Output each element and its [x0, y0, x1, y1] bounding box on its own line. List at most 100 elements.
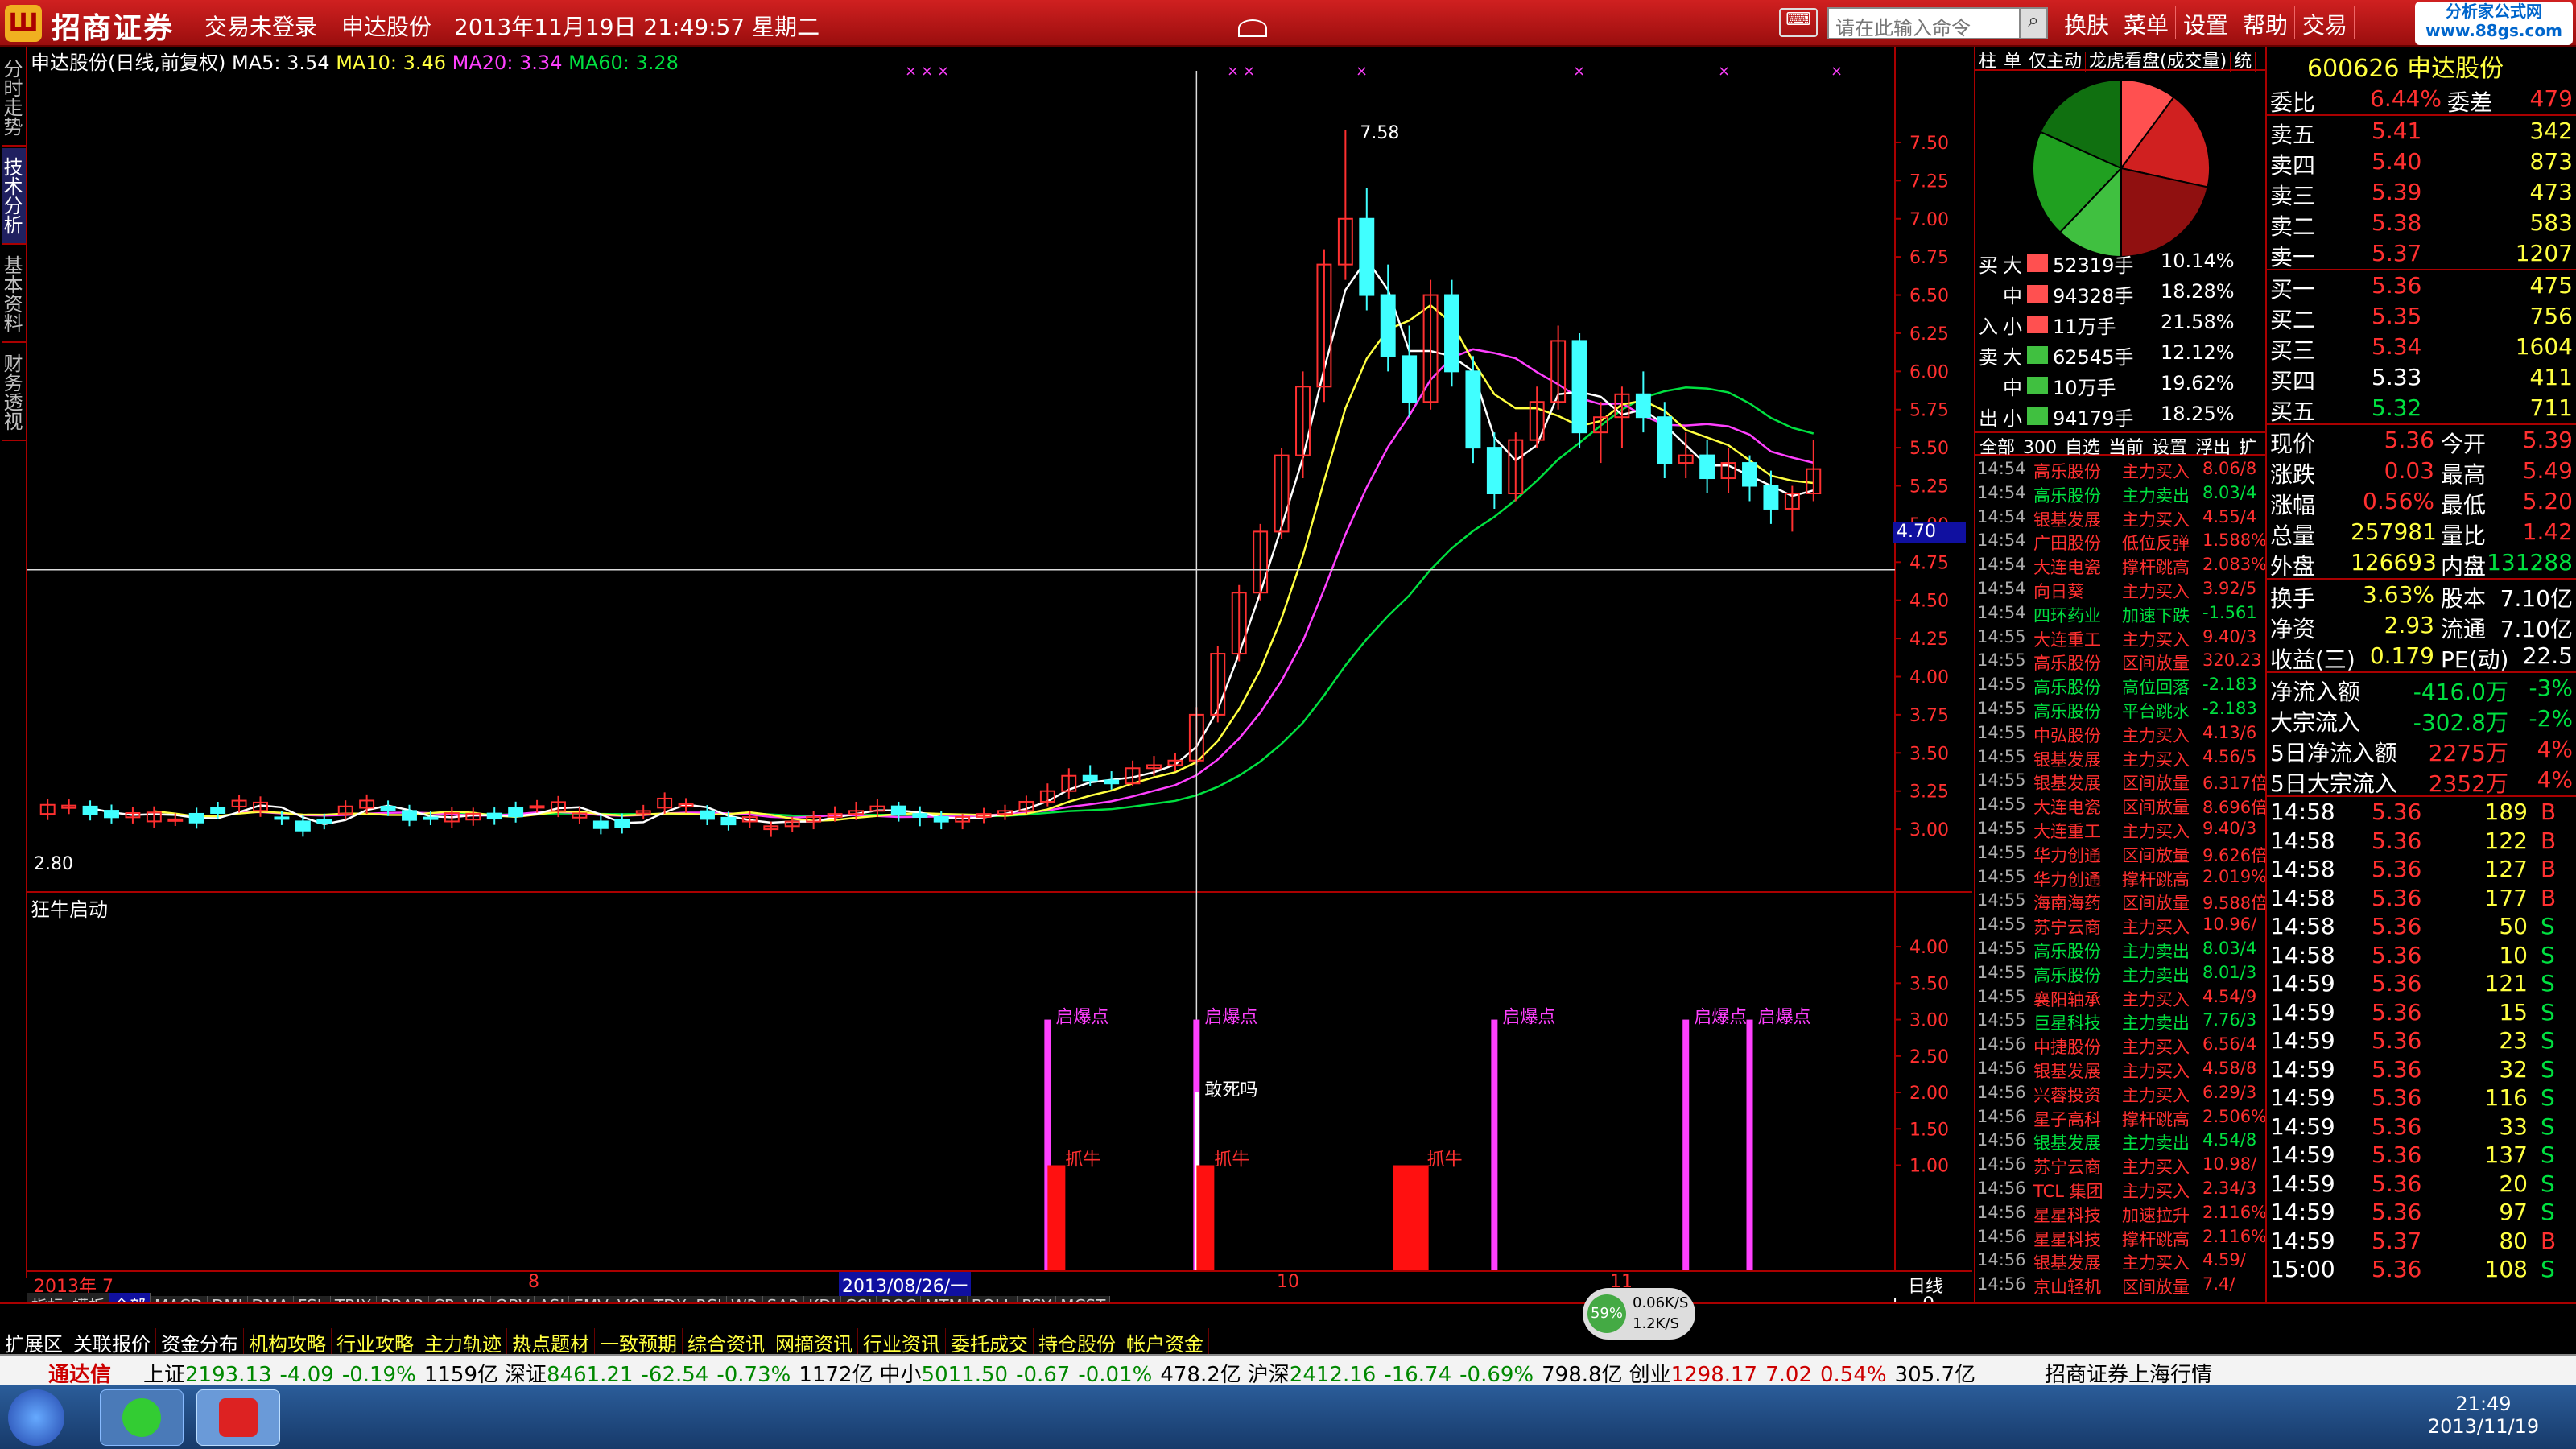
extension-tab[interactable]: 主力轨迹: [419, 1328, 507, 1356]
tab-financials[interactable]: 财务透视: [0, 345, 26, 441]
radar-row[interactable]: 14:55 大连重工 主力买入 9.40/3: [1975, 817, 2265, 841]
extension-tab[interactable]: 一致预期: [595, 1328, 683, 1356]
stat-label: 最高: [2441, 461, 2487, 488]
taskbar-browser-icon[interactable]: [100, 1389, 184, 1446]
radar-row[interactable]: 14:55 海南海药 区间放量 9.588倍: [1975, 889, 2265, 913]
radar-row[interactable]: 14:54 银基发展 主力买入 4.55/4: [1975, 506, 2265, 530]
radar-row[interactable]: 14:55 银基发展 主力买入 4.56/5: [1975, 745, 2265, 770]
tick-side: S: [2541, 1055, 2555, 1083]
radar-time: 14:56: [1977, 1226, 2026, 1246]
flow-tab[interactable]: 龙虎看盘(成交量): [2086, 52, 2231, 72]
tick-volume: 50: [2499, 913, 2528, 939]
radar-row[interactable]: 14:56 中捷股份 主力买入 6.56/4: [1975, 1033, 2265, 1057]
kline-svg[interactable]: 7.50 7.25 7.00 6.75 6.50 6.25 6.00 5.75 5.50 5.25…: [27, 47, 1972, 1302]
radar-tab[interactable]: 300: [2019, 438, 2061, 458]
radar-tab[interactable]: 浮出: [2191, 438, 2235, 458]
extension-tab[interactable]: 委托成交: [946, 1328, 1034, 1356]
extension-tab[interactable]: 网摘资讯: [770, 1328, 858, 1356]
radar-row[interactable]: 14:56 银基发展 主力买入 4.58/8: [1975, 1057, 2265, 1081]
radar-tab[interactable]: 当前: [2104, 438, 2148, 458]
quote-row: 卖五 5.41 342: [2267, 116, 2576, 148]
radar-row[interactable]: 14:55 大连电瓷 区间放量 8.696倍: [1975, 793, 2265, 817]
extension-tab[interactable]: 热点题材: [507, 1328, 595, 1356]
extension-tab[interactable]: 综合资讯: [683, 1328, 770, 1356]
ask-price: 5.38: [2372, 209, 2422, 236]
radar-tab[interactable]: 设置: [2148, 438, 2191, 458]
radar-row[interactable]: 14:55 高乐股份 平台跳水 -2.183: [1975, 697, 2265, 721]
flow-amount: 94179手: [2053, 407, 2134, 430]
extension-tab[interactable]: 关联报价: [68, 1328, 156, 1356]
index-change: -0.67: [1016, 1363, 1071, 1387]
radar-row[interactable]: 14:56 银基发展 主力买入 4.59/: [1975, 1249, 2265, 1273]
extension-tab[interactable]: 行业攻略: [332, 1328, 419, 1356]
extension-tab[interactable]: 资金分布: [156, 1328, 244, 1356]
tick-price: 5.36: [2372, 913, 2422, 939]
radar-signal: 主力买入: [2122, 1158, 2190, 1177]
start-button-icon[interactable]: [8, 1389, 64, 1446]
taskbar-clock[interactable]: 21:49 2013/11/19: [2423, 1393, 2544, 1438]
radar-row[interactable]: 14:56 兴蓉投资 主力买入 6.29/3: [1975, 1081, 2265, 1105]
radar-row[interactable]: 14:56 星星科技 加速拉升 2.116%: [1975, 1201, 2265, 1225]
radar-row[interactable]: 14:56 苏宁云商 主力买入 10.98/: [1975, 1153, 2265, 1177]
flow-tab[interactable]: 单: [2000, 52, 2026, 72]
command-input[interactable]: 请在此输入命令: [1827, 7, 2021, 39]
extension-tab[interactable]: 扩展区: [0, 1328, 68, 1356]
radar-row[interactable]: 14:55 高乐股份 高位回落 -2.183: [1975, 673, 2265, 697]
menu-help[interactable]: 帮助: [2236, 6, 2296, 39]
login-status[interactable]: 交易未登录: [204, 10, 317, 42]
index-tickers: 上证2193.13 -4.09 -0.19% 1159亿 深证8461.21 -62.54…: [137, 1358, 1975, 1388]
collapse-icon[interactable]: [1238, 19, 1267, 37]
radar-row[interactable]: 14:54 广田股份 低位反弹 1.588%: [1975, 529, 2265, 553]
radar-row[interactable]: 14:56 京山轻机 区间放量 7.4/: [1975, 1273, 2265, 1297]
flow-tab[interactable]: 仅主动: [2025, 52, 2087, 72]
radar-row[interactable]: 14:54 高乐股份 主力卖出 8.03/4: [1975, 481, 2265, 506]
radar-row[interactable]: 14:55 华力创通 撑杆跳高 2.019%: [1975, 865, 2265, 890]
kline-chart-area[interactable]: 申达股份(日线,前复权) MA5: 3.54 MA10: 3.46 MA20: …: [27, 47, 1972, 1316]
extension-tab[interactable]: 持仓股份: [1034, 1328, 1121, 1356]
radar-row[interactable]: 14:55 高乐股份 主力卖出 8.03/4: [1975, 937, 2265, 961]
radar-row[interactable]: 14:55 银基发展 区间放量 6.317倍: [1975, 769, 2265, 793]
radar-row[interactable]: 14:56 星星科技 撑杆跳高 2.116%: [1975, 1225, 2265, 1249]
radar-row[interactable]: 14:55 巨星科技 主力卖出 7.76/3: [1975, 1009, 2265, 1033]
radar-row[interactable]: 14:55 华力创通 区间放量 9.626倍: [1975, 841, 2265, 865]
flow-swatch: [2027, 407, 2048, 425]
money-flow-panel: 柱单仅主动 龙虎看盘(成交量) 统 买大 52319手 10.14% 中 94328手 18.…: [1974, 47, 2265, 1333]
radar-stock: 高乐股份: [2033, 678, 2101, 697]
price-tick-label: 6.25: [1909, 324, 1949, 345]
tab-fundamentals[interactable]: 基本资料: [0, 246, 26, 343]
menu-main[interactable]: 菜单: [2117, 6, 2177, 39]
radar-tab[interactable]: 扩: [2235, 438, 2260, 458]
tab-intraday[interactable]: 分时走势: [0, 50, 26, 147]
tab-technical[interactable]: 技术分析: [0, 148, 26, 245]
radar-time: 14:54: [1977, 578, 2026, 598]
radar-row[interactable]: 14:56 银基发展 主力卖出 4.54/8: [1975, 1129, 2265, 1153]
radar-row[interactable]: 14:56 TCL 集团 主力买入 2.34/3: [1975, 1177, 2265, 1201]
radar-tab[interactable]: 自选: [2061, 438, 2104, 458]
extension-tab[interactable]: 机构攻略: [244, 1328, 332, 1356]
radar-row[interactable]: 14:55 苏宁云商 主力买入 10.96/: [1975, 913, 2265, 937]
menu-trade[interactable]: 交易: [2296, 6, 2355, 39]
radar-row[interactable]: 14:55 高乐股份 区间放量 320.23: [1975, 649, 2265, 673]
search-icon[interactable]: ⌕: [2019, 7, 2048, 39]
radar-row[interactable]: 14:54 大连电瓷 撑杆跳高 2.083%: [1975, 553, 2265, 577]
taskbar-stock-app-icon[interactable]: [196, 1389, 280, 1446]
index-name: 中小: [879, 1363, 922, 1387]
extension-tab[interactable]: 帐户资金: [1121, 1328, 1209, 1356]
radar-signal: 撑杆跳高: [2122, 558, 2190, 577]
flow-tab[interactable]: 柱: [1975, 52, 2001, 72]
flow-tab[interactable]: 统: [2231, 52, 2256, 72]
extension-tab[interactable]: 行业资讯: [858, 1328, 946, 1356]
radar-row[interactable]: 14:56 星子高科 撑杆跳高 2.506%: [1975, 1105, 2265, 1129]
radar-row[interactable]: 14:55 大连重工 主力买入 9.40/3: [1975, 625, 2265, 650]
radar-row[interactable]: 14:55 高乐股份 主力卖出 8.01/3: [1975, 961, 2265, 985]
keyboard-icon[interactable]: ⌨: [1779, 8, 1818, 37]
radar-row[interactable]: 14:54 高乐股份 主力买入 8.06/8: [1975, 457, 2265, 481]
radar-row[interactable]: 14:55 中弘股份 主力买入 4.13/6: [1975, 721, 2265, 745]
radar-row[interactable]: 14:55 襄阳轴承 主力买入 4.54/9: [1975, 985, 2265, 1009]
radar-row[interactable]: 14:54 向日葵 主力买入 3.92/5: [1975, 577, 2265, 601]
radar-stock: 高乐股份: [2033, 965, 2101, 985]
menu-skin[interactable]: 换肤: [2058, 6, 2117, 39]
radar-tab[interactable]: 全部: [1975, 438, 2019, 458]
radar-row[interactable]: 14:54 四环药业 加速下跌 -1.561: [1975, 601, 2265, 625]
menu-settings[interactable]: 设置: [2177, 6, 2236, 39]
